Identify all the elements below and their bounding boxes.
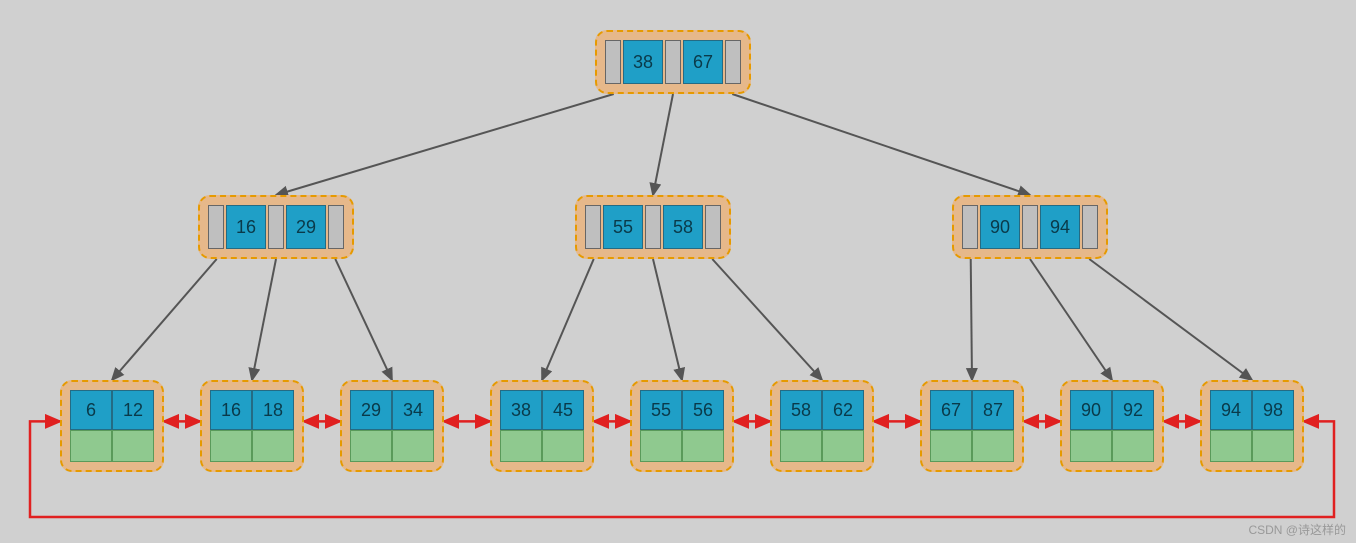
leaf-data-cell — [1252, 430, 1294, 462]
leaf-data-cell — [112, 430, 154, 462]
pointer-slot — [962, 205, 978, 249]
leaf-node-3: 3845 — [490, 380, 594, 472]
leaf-key-cell: 98 — [1252, 390, 1294, 430]
pointer-slot — [1022, 205, 1038, 249]
leaf-data-cell — [822, 430, 864, 462]
leaf-data-cell — [780, 430, 822, 462]
pointer-slot — [605, 40, 621, 84]
pointer-slot — [268, 205, 284, 249]
internal-node-2: 90 94 — [952, 195, 1108, 259]
pointer-slot — [705, 205, 721, 249]
leaf-node-7: 9092 — [1060, 380, 1164, 472]
pointer-slot — [208, 205, 224, 249]
leaf-key-cell: 87 — [972, 390, 1014, 430]
leaf-key-cell: 18 — [252, 390, 294, 430]
pointer-slot — [725, 40, 741, 84]
leaf-key-cell: 12 — [112, 390, 154, 430]
leaf-key-cell: 58 — [780, 390, 822, 430]
leaf-data-cell — [210, 430, 252, 462]
key-cell: 58 — [663, 205, 703, 249]
leaf-key-cell: 62 — [822, 390, 864, 430]
pointer-slot — [328, 205, 344, 249]
leaf-data-cell — [972, 430, 1014, 462]
leaf-node-0: 612 — [60, 380, 164, 472]
key-cell: 38 — [623, 40, 663, 84]
leaf-node-2: 2934 — [340, 380, 444, 472]
leaf-data-cell — [252, 430, 294, 462]
leaf-data-cell — [70, 430, 112, 462]
leaf-node-8: 9498 — [1200, 380, 1304, 472]
leaf-key-cell: 56 — [682, 390, 724, 430]
leaf-node-6: 6787 — [920, 380, 1024, 472]
internal-node-1: 55 58 — [575, 195, 731, 259]
leaf-key-cell: 45 — [542, 390, 584, 430]
pointer-slot — [1082, 205, 1098, 249]
pointer-slot — [665, 40, 681, 84]
leaf-data-cell — [930, 430, 972, 462]
key-cell: 29 — [286, 205, 326, 249]
key-cell: 94 — [1040, 205, 1080, 249]
key-cell: 67 — [683, 40, 723, 84]
leaf-data-cell — [682, 430, 724, 462]
key-cell: 90 — [980, 205, 1020, 249]
leaf-key-cell: 90 — [1070, 390, 1112, 430]
leaf-key-cell: 67 — [930, 390, 972, 430]
leaf-node-1: 1618 — [200, 380, 304, 472]
key-cell: 16 — [226, 205, 266, 249]
leaf-data-cell — [392, 430, 434, 462]
pointer-slot — [585, 205, 601, 249]
leaf-data-cell — [640, 430, 682, 462]
leaf-data-cell — [1070, 430, 1112, 462]
leaf-key-cell: 92 — [1112, 390, 1154, 430]
leaf-key-cell: 38 — [500, 390, 542, 430]
leaf-key-cell: 16 — [210, 390, 252, 430]
leaf-key-cell: 34 — [392, 390, 434, 430]
leaf-data-cell — [1112, 430, 1154, 462]
leaf-key-cell: 6 — [70, 390, 112, 430]
pointer-slot — [645, 205, 661, 249]
leaf-data-cell — [350, 430, 392, 462]
leaf-data-cell — [1210, 430, 1252, 462]
leaf-node-4: 5556 — [630, 380, 734, 472]
internal-node-0: 1629 — [198, 195, 354, 259]
key-cell: 55 — [603, 205, 643, 249]
root-node: 38 67 — [595, 30, 751, 94]
leaf-data-cell — [500, 430, 542, 462]
leaf-key-cell: 94 — [1210, 390, 1252, 430]
leaf-key-cell: 29 — [350, 390, 392, 430]
watermark: CSDN @诗这样的 — [1248, 521, 1346, 538]
leaf-node-5: 5862 — [770, 380, 874, 472]
leaf-data-cell — [542, 430, 584, 462]
leaf-key-cell: 55 — [640, 390, 682, 430]
